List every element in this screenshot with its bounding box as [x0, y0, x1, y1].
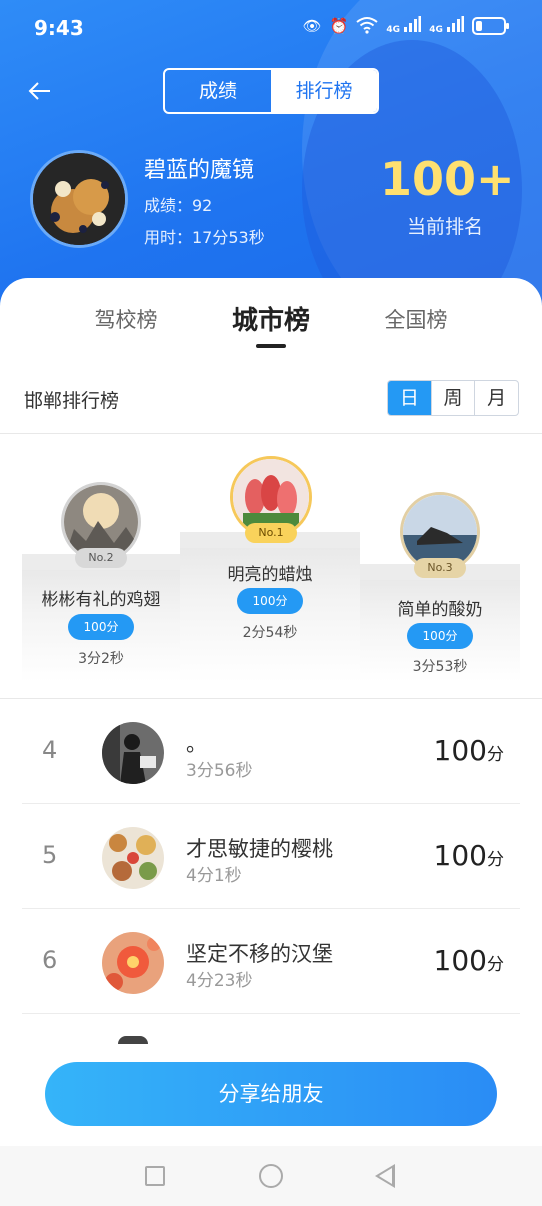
list-avatar	[102, 932, 164, 994]
list-rank: 5	[42, 841, 58, 869]
podium-score-second: 100分	[68, 614, 134, 640]
list-rank: 4	[42, 736, 58, 764]
list-avatar	[102, 722, 164, 784]
list-name: 才思敏捷的樱桃	[186, 837, 333, 861]
period-day[interactable]: 日	[388, 381, 431, 415]
list-item: 5 才思敏捷的樱桃 4分1秒 100分	[22, 805, 520, 909]
list-score: 100分	[433, 839, 504, 872]
list-name: 坚定不移的汉堡	[186, 942, 333, 966]
place-badge-first: No.1	[245, 523, 297, 543]
period-month[interactable]: 月	[474, 381, 518, 415]
period-week[interactable]: 周	[430, 381, 475, 415]
podium-name-first: 明亮的蜡烛	[227, 565, 313, 585]
home-icon[interactable]	[259, 1164, 283, 1188]
eye-icon: 👁	[302, 17, 322, 35]
list-item: 6 坚定不移的汉堡 4分23秒 100分	[22, 910, 520, 1014]
podium-score-first: 100分	[237, 588, 303, 614]
list-name: 。	[186, 732, 207, 756]
seg-tab-ranking[interactable]: 排行榜	[271, 70, 377, 112]
status-icons: 👁 ⏰ 4G 4G	[302, 16, 509, 36]
system-nav-bar	[0, 1146, 542, 1206]
tab-city[interactable]: 城市榜	[216, 300, 326, 337]
list-score: 100分	[433, 734, 504, 767]
result-rank-segment: 成绩 排行榜	[163, 68, 379, 114]
back-icon[interactable]	[375, 1164, 395, 1188]
podium-time-first: 2分54秒	[242, 625, 298, 641]
current-rank-label: 当前排名	[406, 216, 483, 238]
list-time: 3分56秒	[186, 761, 253, 781]
active-tab-indicator	[256, 344, 286, 348]
current-rank-value: 100+	[380, 152, 515, 206]
divider	[0, 698, 542, 699]
place-badge-second: No.2	[75, 548, 127, 568]
place-badge-third: No.3	[414, 558, 466, 578]
list-avatar-partial	[118, 1036, 148, 1044]
back-arrow-icon[interactable]	[26, 78, 56, 106]
user-score: 成绩：92	[144, 196, 213, 215]
podium-time-second: 3分2秒	[78, 651, 124, 667]
wifi-icon	[356, 16, 379, 36]
list-time: 4分1秒	[186, 866, 242, 886]
status-time: 9:43	[34, 16, 84, 40]
signal-icon-2: 4G	[429, 16, 464, 36]
podium-name-third: 简单的酸奶	[397, 600, 483, 620]
podium-name-second: 彬彬有礼的鸡翅	[41, 590, 161, 610]
board-title: 邯郸排行榜	[24, 390, 120, 412]
seg-tab-score[interactable]: 成绩	[165, 70, 271, 112]
list-score: 100分	[433, 944, 504, 977]
tab-national[interactable]: 全国榜	[370, 304, 462, 334]
share-button[interactable]: 分享给朋友	[45, 1062, 497, 1126]
user-name: 碧蓝的魔镜	[144, 158, 255, 183]
tab-school[interactable]: 驾校榜	[80, 304, 172, 334]
signal-icon-1: 4G	[386, 16, 422, 36]
divider	[0, 433, 542, 434]
user-avatar	[30, 150, 128, 248]
alarm-icon: ⏰	[329, 17, 349, 35]
period-selector: 日 周 月	[387, 380, 519, 416]
podium-score-third: 100分	[407, 623, 473, 649]
list-item: 4 。 3分56秒 100分	[22, 700, 520, 804]
recents-icon[interactable]	[145, 1166, 165, 1186]
status-bar: 9:43 👁 ⏰ 4G 4G	[0, 0, 542, 56]
list-rank: 6	[42, 946, 58, 974]
user-time: 用时：17分53秒	[144, 228, 265, 247]
battery-icon	[472, 17, 509, 35]
list-avatar	[102, 827, 164, 889]
podium-time-third: 3分53秒	[412, 659, 468, 675]
list-time: 4分23秒	[186, 971, 253, 991]
